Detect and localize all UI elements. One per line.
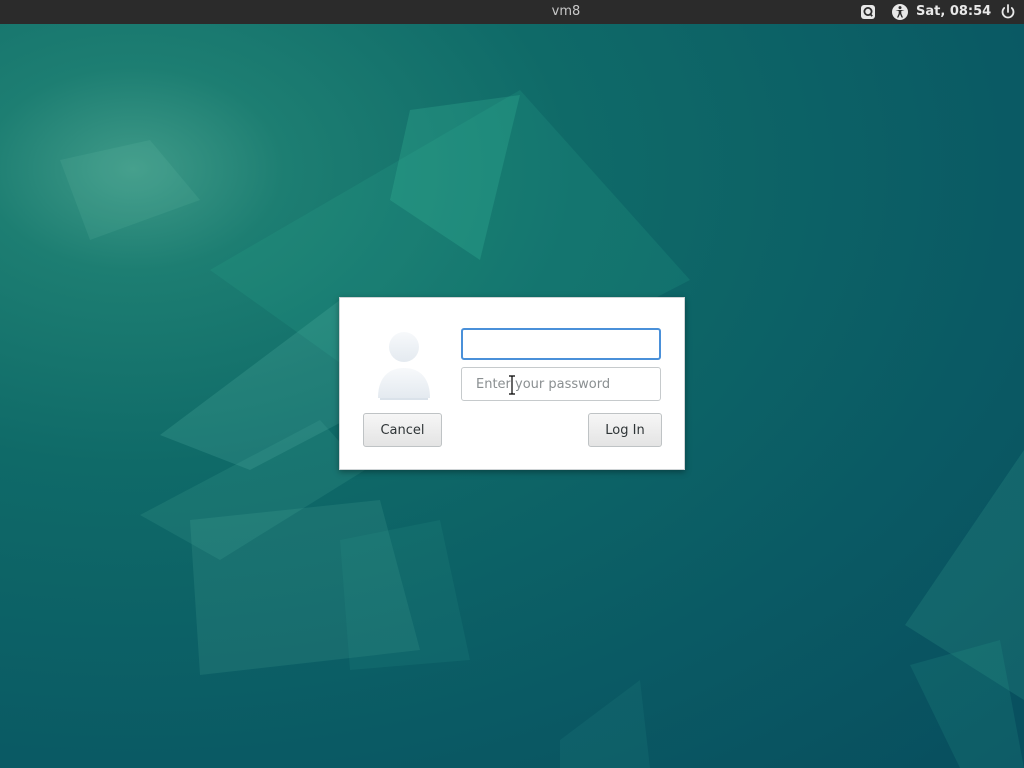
login-button[interactable]: Log In [588, 413, 662, 447]
clock[interactable]: Sat, 08:54 [916, 0, 991, 24]
username-input[interactable] [461, 328, 661, 360]
keyboard-layout-icon[interactable] [859, 3, 877, 21]
accessibility-icon[interactable] [891, 3, 909, 21]
mouse-text-cursor-icon [509, 375, 515, 395]
user-avatar-icon [378, 332, 430, 400]
top-bar: vm8 Sat, 08:54 [0, 0, 1024, 24]
power-icon[interactable] [999, 3, 1017, 21]
password-input[interactable] [461, 367, 661, 401]
cancel-button[interactable]: Cancel [363, 413, 442, 447]
hostname-text: vm8 [551, 4, 581, 19]
